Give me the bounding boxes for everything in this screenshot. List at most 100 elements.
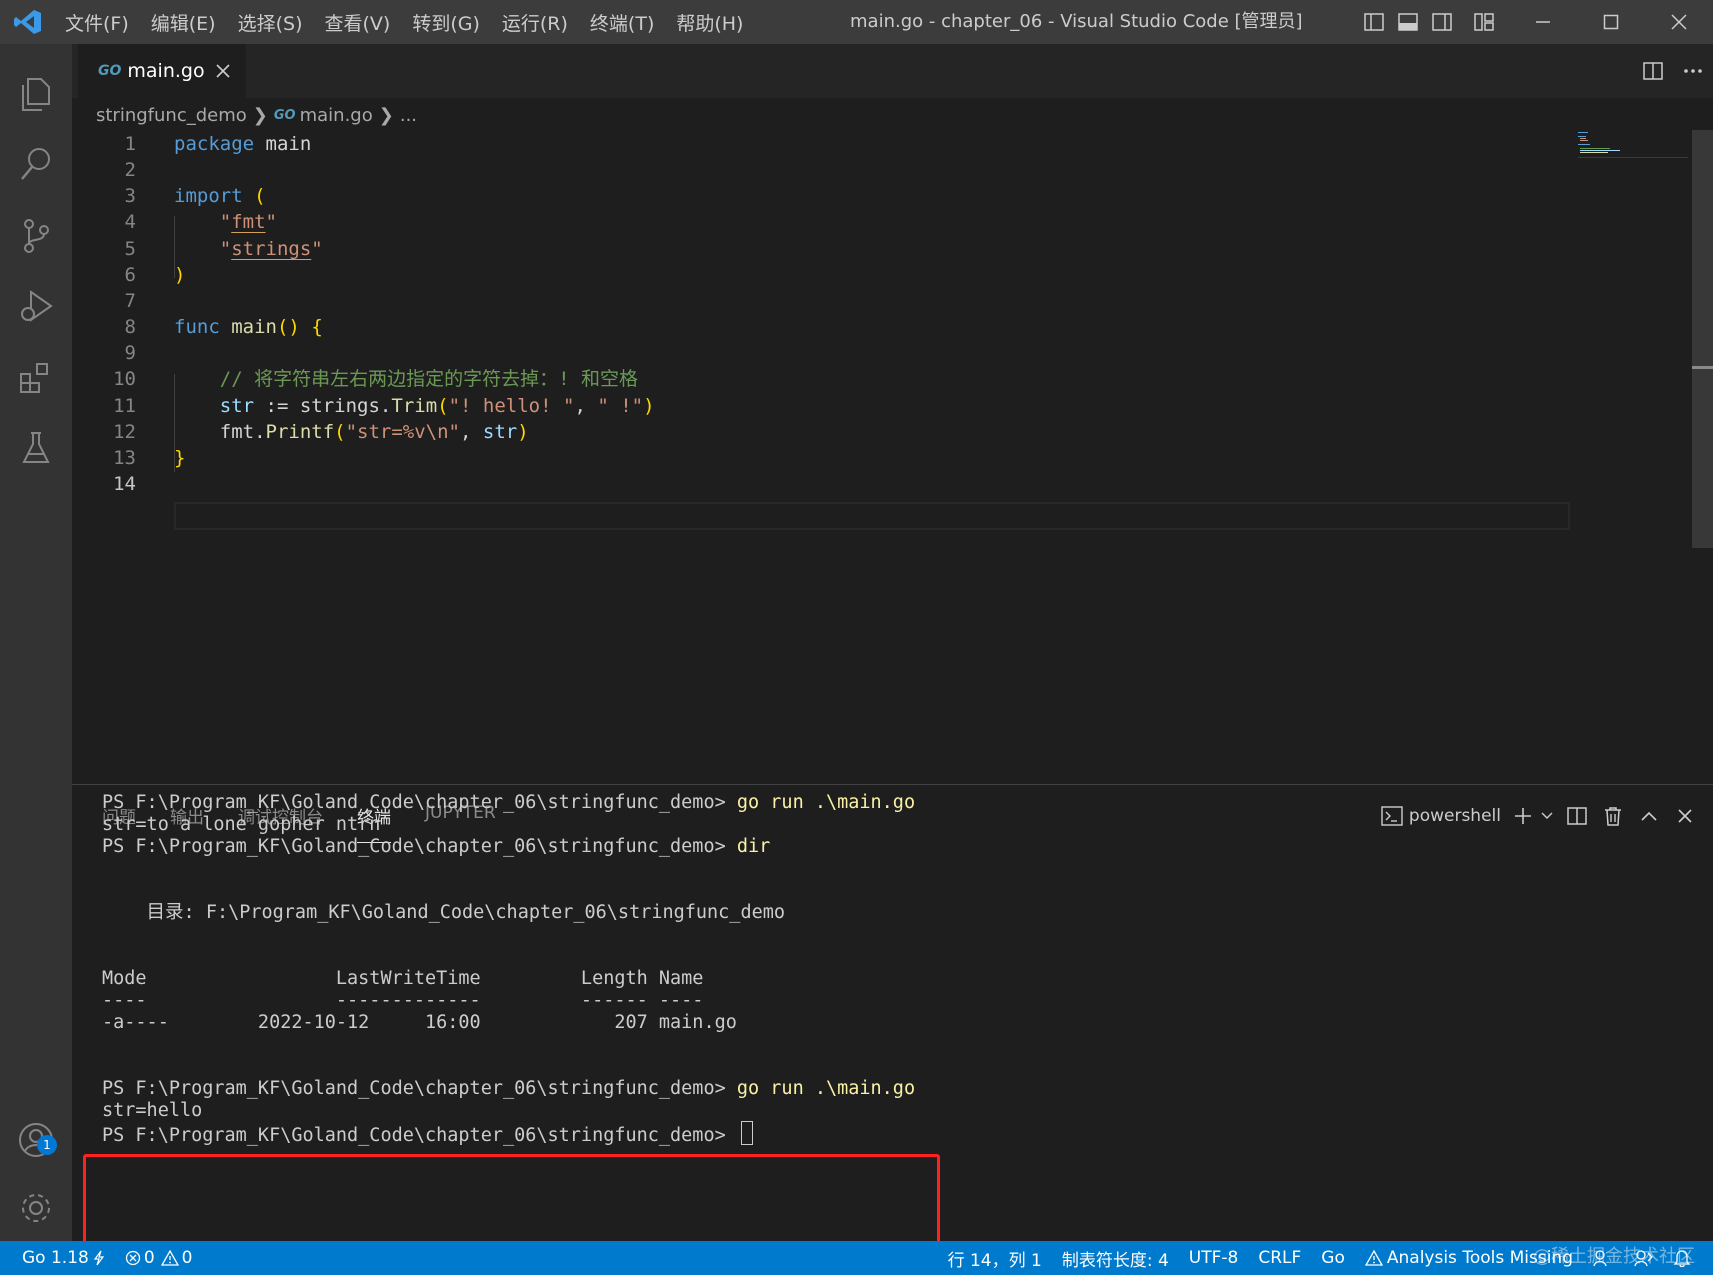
terminal-prompt: PS F:\Program_KF\Goland_Code\chapter_06\… bbox=[102, 1078, 737, 1099]
line-content: func main() { bbox=[174, 313, 323, 342]
code-token: " bbox=[219, 211, 232, 234]
warning-icon bbox=[160, 1250, 179, 1266]
code-line[interactable]: 14 bbox=[72, 470, 1572, 499]
lightning-icon bbox=[93, 1250, 105, 1266]
maximize-button[interactable] bbox=[1577, 0, 1645, 44]
code-token: ( bbox=[334, 420, 346, 443]
activity-bar bbox=[0, 44, 72, 1241]
line-number: 6 bbox=[124, 263, 136, 286]
close-tab-icon[interactable] bbox=[210, 58, 236, 84]
run-debug-icon[interactable] bbox=[0, 276, 72, 336]
indentation[interactable]: 制表符长度: 4 bbox=[1062, 1246, 1169, 1271]
chevron-down-icon[interactable] bbox=[1535, 799, 1559, 833]
code-editor[interactable]: 1 package main 2 3 import (4 "fmt" 5 "strings… bbox=[72, 130, 1692, 780]
code-line[interactable]: 10 // 将字符串左右两边指定的字符去掉：! 和空格 bbox=[72, 365, 1572, 394]
cursor-position[interactable]: 行 14，列 1 bbox=[948, 1246, 1042, 1271]
toggle-panel-icon[interactable] bbox=[1391, 0, 1425, 44]
breadcrumb-folder[interactable]: stringfunc_demo bbox=[96, 105, 247, 126]
tab-main-go[interactable]: GO main.go bbox=[78, 44, 246, 98]
testing-icon[interactable] bbox=[0, 418, 72, 478]
code-token: " bbox=[219, 237, 232, 260]
encoding[interactable]: UTF-8 bbox=[1189, 1248, 1239, 1268]
code-token: ) bbox=[643, 394, 655, 417]
code-line[interactable]: 13} bbox=[72, 444, 1572, 473]
split-editor-icon[interactable] bbox=[1633, 44, 1673, 98]
new-terminal-icon[interactable] bbox=[1511, 799, 1535, 833]
line-number: 9 bbox=[124, 342, 136, 365]
search-icon[interactable] bbox=[0, 134, 72, 194]
code-line[interactable]: 3 import ( bbox=[72, 182, 1572, 211]
menu-selection[interactable]: 选择(S) bbox=[238, 9, 303, 36]
menu-terminal[interactable]: 终端(T) bbox=[590, 9, 654, 36]
settings-gear-icon[interactable] bbox=[0, 1178, 72, 1238]
close-panel-icon[interactable] bbox=[1667, 799, 1703, 833]
shell-selector[interactable]: powershell bbox=[1381, 806, 1501, 826]
code-line[interactable]: 8 func main() { bbox=[72, 313, 1572, 342]
editor-tab-bar: GO main.go bbox=[72, 44, 1713, 98]
code-token: Printf bbox=[265, 420, 335, 443]
code-line[interactable]: 6) bbox=[72, 261, 1572, 290]
line-number: 8 bbox=[124, 316, 136, 339]
accounts-badge: 1 bbox=[37, 1135, 57, 1155]
code-line[interactable]: 11 str := strings.Trim("! hello! ", " !"… bbox=[72, 392, 1572, 421]
end-of-line[interactable]: CRLF bbox=[1258, 1248, 1301, 1268]
terminal-line: 目录: F:\Program_KF\Goland_Code\chapter_06… bbox=[102, 902, 786, 923]
more-actions-icon[interactable] bbox=[1673, 44, 1713, 98]
menu-go[interactable]: 转到(G) bbox=[412, 9, 480, 36]
indent-guide bbox=[174, 374, 175, 472]
code-token: package bbox=[174, 133, 255, 155]
extensions-icon[interactable] bbox=[0, 348, 72, 408]
language-mode[interactable]: Go bbox=[1321, 1248, 1345, 1268]
menu-help[interactable]: 帮助(H) bbox=[676, 9, 743, 36]
toggle-secondary-sidebar-icon[interactable] bbox=[1425, 0, 1459, 44]
vscode-logo-icon bbox=[14, 10, 41, 34]
close-window-button[interactable] bbox=[1645, 0, 1713, 44]
editor-scrollbar[interactable] bbox=[1692, 130, 1713, 548]
menu-file[interactable]: 文件(F) bbox=[65, 9, 129, 36]
status-bar: Go 1.18 0 0 行 14，列 1 制表符长度: 4 UTF-8 CRLF… bbox=[0, 1241, 1713, 1275]
line-number: 7 bbox=[124, 289, 136, 312]
menu-edit[interactable]: 编辑(E) bbox=[151, 9, 216, 36]
line-number: 5 bbox=[124, 237, 136, 260]
problems-status[interactable]: 0 0 bbox=[125, 1248, 193, 1268]
code-token: ( bbox=[254, 185, 266, 208]
code-line[interactable]: 2 bbox=[72, 156, 1572, 185]
go-version[interactable]: Go 1.18 bbox=[22, 1248, 105, 1268]
code-token: ( bbox=[437, 394, 449, 417]
source-control-icon[interactable] bbox=[0, 206, 72, 266]
accounts-icon[interactable] bbox=[0, 1110, 72, 1170]
code-line[interactable]: 9 bbox=[72, 339, 1572, 368]
breadcrumb-more[interactable]: ... bbox=[400, 105, 417, 126]
terminal-prompt: PS F:\Program_KF\Goland_Code\chapter_06\… bbox=[102, 792, 737, 813]
code-line[interactable]: 1 package main bbox=[72, 130, 1572, 159]
code-token: fmt bbox=[231, 211, 266, 234]
menu-view[interactable]: 查看(V) bbox=[325, 9, 391, 36]
split-terminal-icon[interactable] bbox=[1559, 799, 1595, 833]
code-line[interactable]: 12 fmt.Printf("str=%v\n", str) bbox=[72, 418, 1572, 447]
menu-run[interactable]: 运行(R) bbox=[502, 9, 568, 36]
explorer-icon[interactable] bbox=[0, 64, 72, 124]
line-content: } bbox=[174, 444, 185, 473]
line-number: 2 bbox=[124, 159, 136, 182]
code-token: "str=%v\n" bbox=[345, 420, 460, 443]
line-number: 14 bbox=[113, 472, 136, 495]
minimap[interactable] bbox=[1578, 130, 1688, 160]
minimize-button[interactable] bbox=[1509, 0, 1577, 44]
code-line[interactable]: 5 "strings" bbox=[72, 235, 1572, 264]
breadcrumb: stringfunc_demo ❯ GO main.go ❯ ... bbox=[96, 102, 417, 128]
code-line[interactable]: 4 "fmt" bbox=[72, 208, 1572, 237]
code-token: fmt. bbox=[174, 420, 266, 443]
code-line[interactable]: 7 bbox=[72, 287, 1572, 316]
maximize-panel-icon[interactable] bbox=[1631, 799, 1667, 833]
terminal-command: dir bbox=[736, 836, 771, 857]
trash-icon[interactable] bbox=[1595, 799, 1631, 833]
code-token: " !" bbox=[597, 394, 644, 417]
terminal-command: go run .\main.go bbox=[736, 792, 916, 813]
code-token: import bbox=[174, 185, 243, 208]
customize-layout-icon[interactable] bbox=[1459, 0, 1509, 44]
breadcrumb-file[interactable]: main.go bbox=[300, 105, 373, 126]
toggle-sidebar-icon[interactable] bbox=[1357, 0, 1391, 44]
